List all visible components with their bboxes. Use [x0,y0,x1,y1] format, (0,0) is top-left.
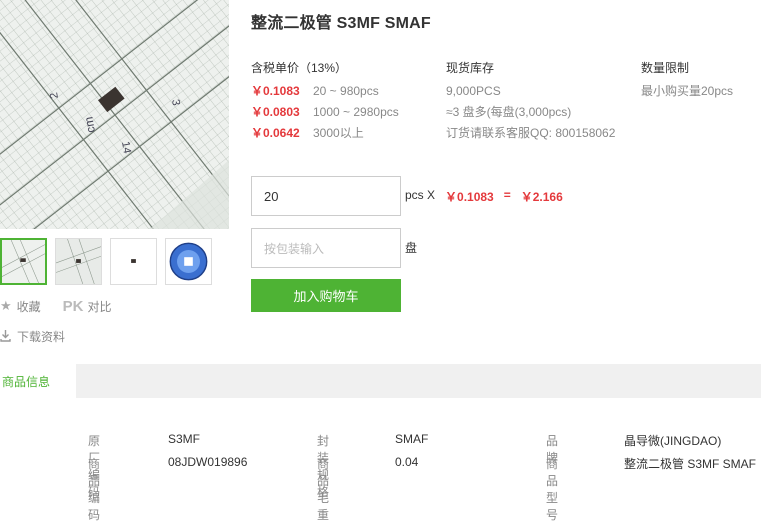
price-tier: ￥0.0803 1000 ~ 2980pcs [251,102,399,123]
download-icon [0,330,11,342]
limit-header: 数量限制 [641,61,690,75]
tier-range: 1000 ~ 2980pcs [313,105,399,119]
pricing-section: 含税单价（13%） ￥0.1083 20 ~ 980pcs ￥0.0803 10… [251,59,399,144]
thumbnail-3[interactable] [110,238,157,285]
tier-range: 3000以上 [313,126,364,140]
info-label: 商品毛重 [317,457,330,522]
price-tier: ￥0.1083 20 ~ 980pcs [251,81,399,102]
pack-input[interactable]: 按包装输入 [251,228,401,268]
limit-min: 最小购买量20pcs [641,84,734,98]
tier-price: ￥0.0803 [251,105,300,119]
total-price: ￥2.166 [520,190,563,204]
info-value: 晶导微(JINGDAO) [624,434,722,448]
quantity-input[interactable]: 20 [251,176,401,216]
download-label: 下载资料 [17,329,66,344]
info-value: 08JDW019896 [168,455,248,469]
compare-action[interactable]: PK 对比 [41,298,112,315]
pricing-header: 含税单价（13%） [251,61,348,75]
unit-price: ￥0.1083 [445,190,494,204]
info-value: S3MF [168,432,201,446]
favorite-action[interactable]: ★ 收藏 [0,298,41,315]
thumbnail-strip [0,238,212,285]
side-actions: ★ 收藏 PK 对比 下载资料 [0,296,112,346]
price-calculation: pcs X ￥0.1083 = ￥2.166 [405,188,563,205]
tier-price: ￥0.0642 [251,126,300,140]
add-to-cart-button[interactable]: 加入购物车 [251,279,401,312]
tab-bar [0,364,761,398]
stock-header: 现货库存 [446,61,495,75]
svg-text:cm: cm [81,116,98,134]
stock-amount: 9,000PCS [446,84,501,98]
tab-product-info[interactable]: 商品信息 [0,364,76,398]
info-label: 商品型号 [546,457,559,522]
stock-reels: ≈3 盘多(每盘(3,000pcs) [446,105,572,119]
svg-text:14: 14 [119,140,133,154]
product-title: 整流二极管 S3MF SMAF [251,15,431,32]
info-value: 整流二极管 S3MF SMAF [624,457,757,471]
equals-sign: = [503,188,511,202]
thumbnail-4[interactable] [165,238,212,285]
stock-section: 现货库存 9,000PCS ≈3 盘多(每盘(3,000pcs) 订货请联系客服… [446,59,615,144]
info-value: SMAF [395,432,429,446]
star-icon: ★ [0,298,12,313]
tier-price: ￥0.1083 [251,84,300,98]
info-label: 商品编码 [88,457,101,522]
pk-label: PK [62,297,84,315]
info-value: 0.04 [395,455,419,469]
thumbnail-1[interactable] [0,238,47,285]
price-tier: ￥0.0642 3000以上 [251,123,399,144]
tier-range: 20 ~ 980pcs [313,84,379,98]
unit-label: pcs X [405,188,436,202]
thumbnail-2[interactable] [55,238,102,285]
product-main-image: cm 2 3 14 [0,0,229,229]
stock-contact: 订货请联系客服QQ: 800158062 [446,126,616,140]
download-action[interactable]: 下载资料 [0,326,112,346]
favorite-label: 收藏 [16,299,41,314]
pack-unit-label: 盘 [405,241,418,255]
limit-section: 数量限制 最小购买量20pcs [641,59,733,102]
compare-label: 对比 [87,299,112,314]
